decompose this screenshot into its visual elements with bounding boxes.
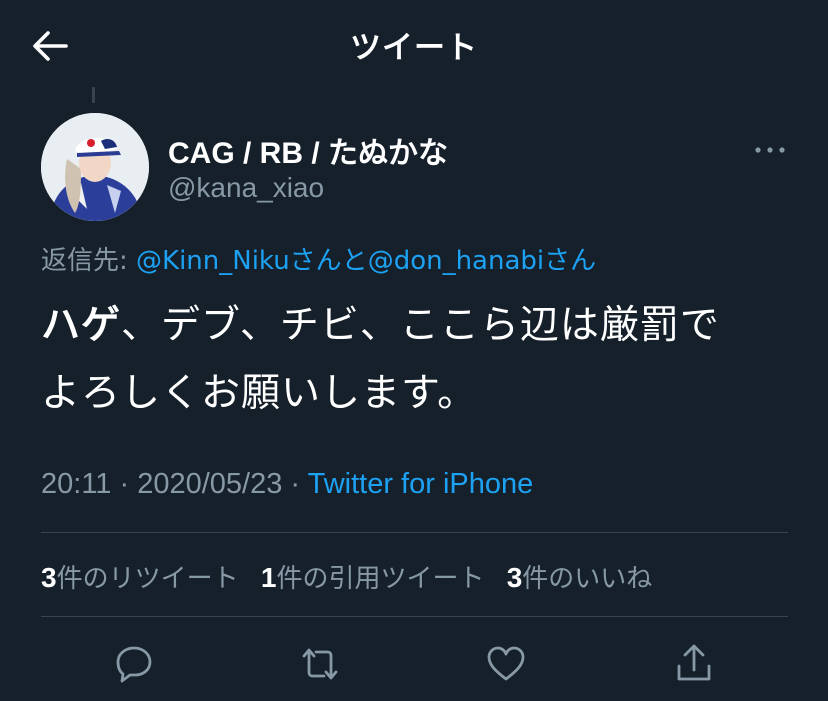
- retweet-count-label: 件のリツイート: [56, 564, 239, 594]
- quote-count: 1: [260, 562, 277, 593]
- profile-photo: [41, 113, 149, 221]
- display-name-latin: CAG / RB /: [168, 137, 329, 170]
- page-title: ツイート: [350, 30, 478, 66]
- engagement-stats: 3件のリツイート 1件の引用ツイート 3件のいいね: [41, 558, 666, 595]
- reply-button[interactable]: [112, 642, 156, 686]
- quote-count-link[interactable]: 1件の引用ツイート: [260, 562, 485, 594]
- tweet-text-bold: ハゲ: [41, 303, 122, 348]
- more-options-button[interactable]: [752, 138, 788, 162]
- tweet-text: ハゲ、デブ、チビ、ここら辺は厳罰で よろしくお願いします。: [41, 292, 801, 428]
- display-name-japanese: たぬかな: [328, 136, 449, 171]
- like-button[interactable]: [484, 642, 528, 686]
- divider: [41, 616, 788, 617]
- author-display-name[interactable]: CAG / RB / たぬかな: [168, 128, 448, 172]
- divider: [41, 532, 788, 533]
- retweet-count-link[interactable]: 3件のリツイート: [41, 562, 239, 594]
- mention-separator-2: さん: [544, 246, 597, 276]
- reply-prefix: 返信先:: [41, 246, 137, 276]
- share-icon: [677, 644, 711, 681]
- tweet-source-link[interactable]: Twitter for iPhone: [308, 468, 534, 500]
- tweet-text-line1: 、デブ、チビ、ここら辺は厳罰で: [121, 303, 720, 348]
- reply-icon: [116, 646, 152, 683]
- mention-link-2[interactable]: @don_hanabi: [368, 246, 544, 276]
- tweet-detail-page: ツイート CAG / RB / たぬかな @kana_xiao 返信先: @Ki…: [0, 0, 828, 701]
- mention-link-1[interactable]: @Kinn_Niku: [136, 246, 290, 276]
- reply-context: 返信先: @Kinn_Nikuさんと@don_hanabiさん: [41, 240, 596, 277]
- avatar[interactable]: [41, 113, 149, 221]
- retweet-count: 3: [41, 562, 57, 593]
- retweet-icon: [302, 648, 338, 680]
- top-bar: ツイート: [0, 0, 828, 90]
- like-count-link[interactable]: 3件のいいね: [506, 562, 653, 594]
- heart-icon: [487, 646, 525, 681]
- quote-count-label: 件の引用ツイート: [276, 564, 485, 594]
- mention-separator-1: さんと: [289, 246, 368, 276]
- more-icon: [755, 147, 785, 153]
- tweet-text-line2: よろしくお願いします。: [41, 371, 478, 416]
- like-count-label: 件のいいね: [522, 564, 653, 594]
- thread-connector-line: [92, 87, 95, 103]
- like-count: 3: [506, 562, 523, 593]
- author-handle[interactable]: @kana_xiao: [168, 172, 324, 204]
- tweet-metadata: 20:11 · 2020/05/23 · Twitter for iPhone: [41, 468, 533, 501]
- retweet-button[interactable]: [298, 642, 342, 686]
- share-button[interactable]: [672, 642, 716, 686]
- tweet-timestamp[interactable]: 20:11 · 2020/05/23 ·: [41, 468, 308, 500]
